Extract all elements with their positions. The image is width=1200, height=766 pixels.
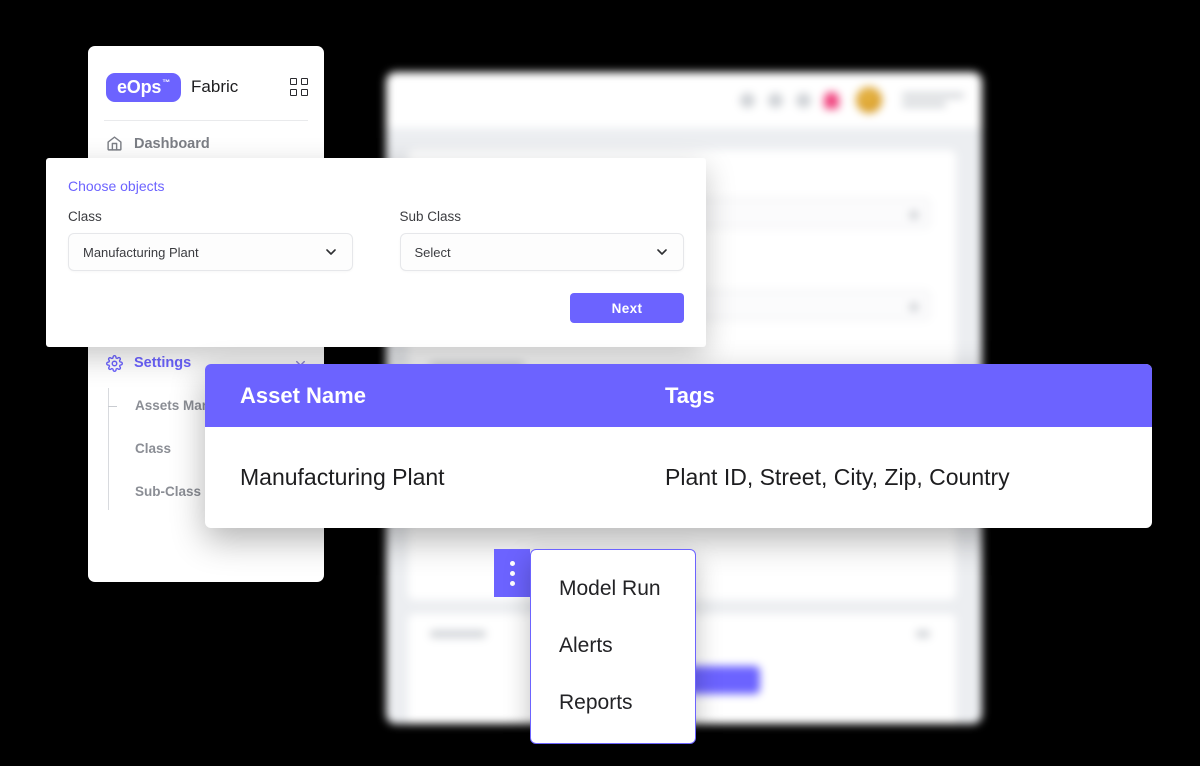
asset-table-header: Asset Name Tags: [205, 364, 1152, 427]
user-name-placeholder: [902, 93, 964, 107]
avatar[interactable]: [856, 87, 882, 113]
table-row[interactable]: Manufacturing Plant Plant ID, Street, Ci…: [205, 427, 1152, 528]
subclass-field-group: Sub Class Select: [399, 209, 684, 271]
choose-objects-dialog: Choose objects Class Manufacturing Plant…: [46, 158, 706, 347]
gear-icon: [106, 354, 123, 372]
screenshot-stage: eOps ™ Fabric Dashboard Settings Assets M…: [0, 0, 1200, 766]
cell-asset-name: Manufacturing Plant: [240, 464, 445, 490]
cell-tags: Plant ID, Street, City, Zip, Country: [665, 464, 1010, 490]
help-icon[interactable]: [768, 92, 783, 108]
subclass-label: Sub Class: [399, 209, 462, 224]
logo-text: eOps: [117, 76, 162, 97]
settings-icon[interactable]: [796, 92, 811, 108]
background-row-label: [430, 630, 486, 638]
dialog-title: Choose objects: [68, 178, 165, 194]
class-select[interactable]: Manufacturing Plant: [68, 233, 353, 271]
search-icon[interactable]: [740, 92, 755, 108]
sidebar-settings-label: Settings: [134, 355, 192, 371]
column-header-asset-name: Asset Name: [240, 382, 366, 408]
logo-trademark: ™: [162, 77, 171, 87]
asset-table-card: Asset Name Tags Manufacturing Plant Plan…: [205, 364, 1152, 528]
kebab-menu-icon[interactable]: [494, 549, 530, 597]
background-topbar: [386, 72, 982, 128]
eops-logo: eOps ™: [106, 72, 182, 102]
sidebar-item-label: Dashboard: [134, 135, 210, 152]
column-header-tags: Tags: [665, 382, 715, 408]
sidebar-brand: eOps ™ Fabric: [88, 46, 324, 108]
menu-item-alerts[interactable]: Alerts: [531, 617, 695, 674]
class-field-group: Class Manufacturing Plant: [68, 209, 353, 271]
context-menu: Model Run Alerts Reports: [530, 549, 696, 744]
subclass-select-value: Select: [414, 244, 451, 260]
dialog-field-row: Class Manufacturing Plant Sub Class Sele…: [68, 209, 684, 271]
menu-item-reports[interactable]: Reports: [531, 674, 695, 731]
sidebar-item-dashboard[interactable]: Dashboard: [88, 121, 324, 152]
grid-apps-icon[interactable]: [290, 78, 308, 96]
brand-word: Fabric: [191, 77, 239, 96]
notification-bell-icon[interactable]: [824, 91, 839, 109]
sidebar-subitem-label: Assets Man: [135, 398, 211, 413]
class-select-value: Manufacturing Plant: [83, 244, 199, 260]
sidebar-subitem-label: Sub-Class: [135, 484, 202, 499]
chevron-down-icon: [325, 249, 336, 255]
chevron-down-icon: [657, 249, 667, 255]
home-icon: [107, 136, 122, 151]
next-button[interactable]: Next: [570, 293, 684, 323]
background-row-icon: [916, 630, 930, 638]
sidebar-subitem-label: Class: [135, 441, 172, 456]
dialog-actions: Next: [68, 293, 684, 323]
subclass-select[interactable]: Select: [399, 233, 684, 271]
class-label: Class: [68, 209, 102, 224]
menu-item-model-run[interactable]: Model Run: [531, 560, 695, 617]
